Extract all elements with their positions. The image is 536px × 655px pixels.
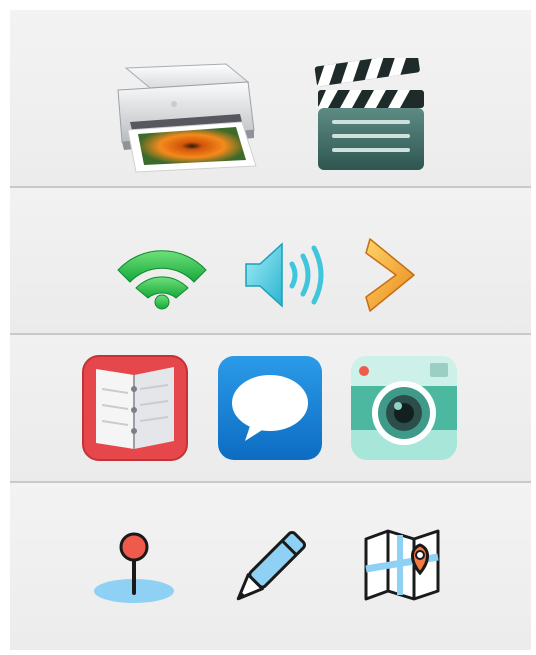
speaker-volume-icon[interactable] bbox=[242, 238, 332, 312]
icon-sheet bbox=[10, 10, 531, 650]
row-status bbox=[10, 188, 531, 333]
row-tools bbox=[10, 483, 531, 650]
messages-icon[interactable] bbox=[217, 355, 323, 461]
clapperboard-icon[interactable] bbox=[312, 58, 430, 178]
camera-icon[interactable] bbox=[350, 355, 458, 461]
notebook-icon[interactable] bbox=[82, 355, 188, 461]
row-apps bbox=[10, 335, 531, 481]
printer-icon[interactable] bbox=[108, 60, 258, 178]
map-pin-icon[interactable] bbox=[92, 531, 176, 605]
wifi-icon[interactable] bbox=[114, 240, 210, 310]
map-icon[interactable] bbox=[362, 529, 442, 601]
chevron-right-icon[interactable] bbox=[362, 235, 422, 315]
pencil-icon[interactable] bbox=[230, 529, 306, 609]
row-hardware bbox=[10, 10, 531, 186]
